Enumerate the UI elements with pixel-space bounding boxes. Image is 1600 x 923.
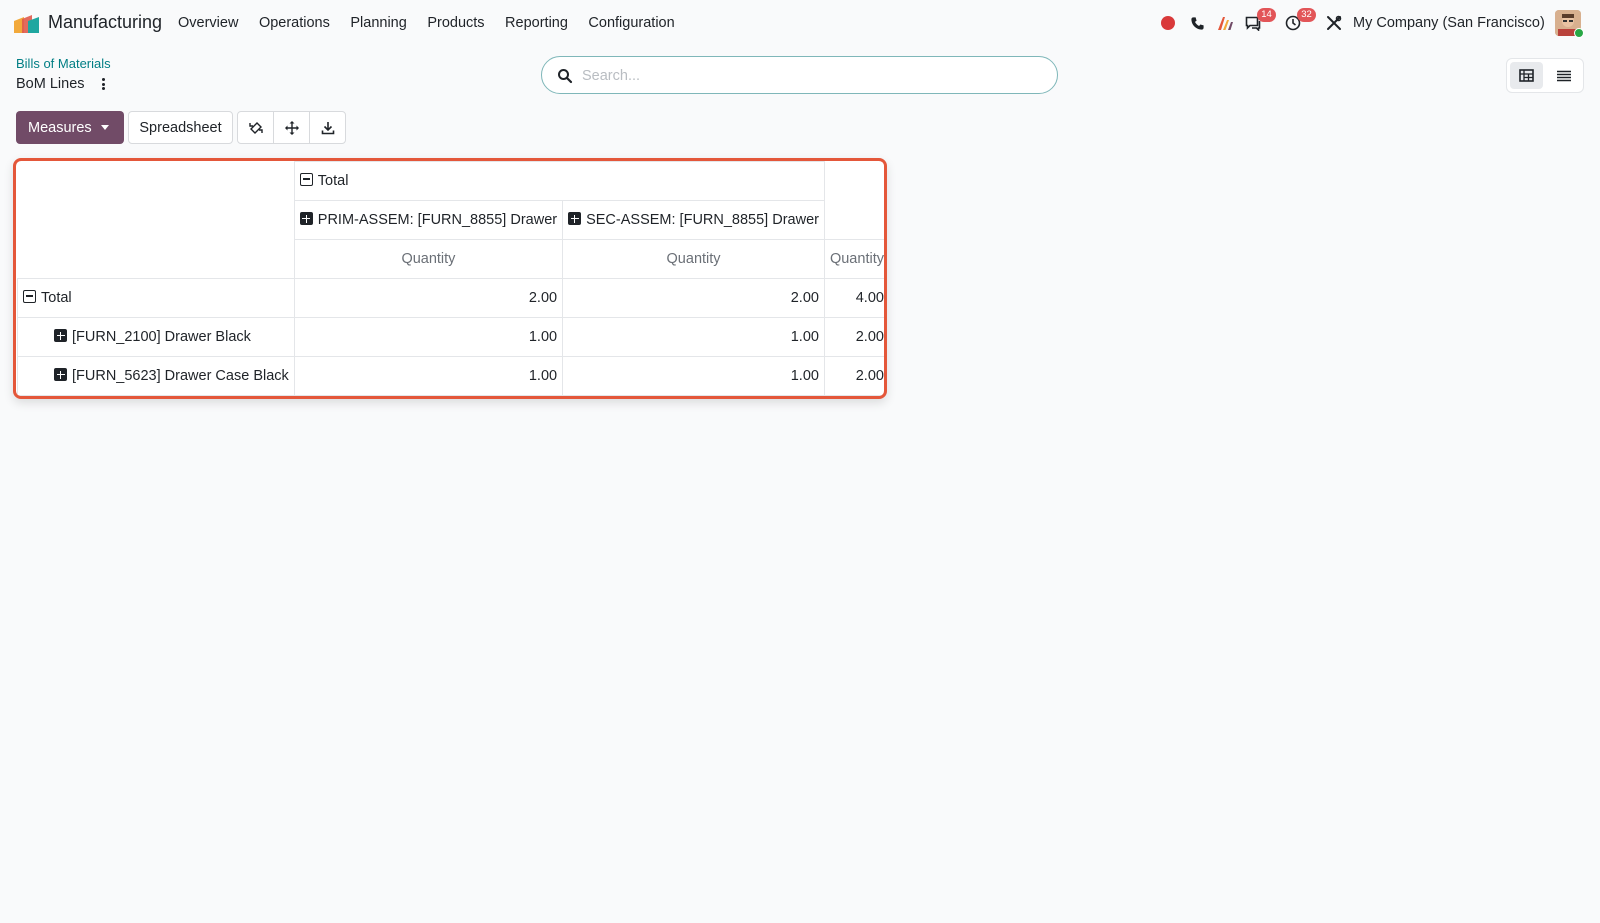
recording-indicator-icon[interactable]	[1160, 0, 1176, 46]
table-row: [FURN_5623] Drawer Case Black 1.00 1.00 …	[17, 356, 884, 396]
download-button[interactable]	[310, 112, 345, 143]
pivot-cell[interactable]: 4.00	[823, 278, 884, 318]
row-header-furn-5623[interactable]: [FURN_5623] Drawer Case Black	[17, 356, 295, 396]
pivot-table: Total PRIM-ASSEM: [FURN_8855] Drawer SEC…	[17, 161, 884, 396]
actions-kebab-icon[interactable]	[99, 76, 107, 92]
menu-planning[interactable]: Planning	[350, 15, 406, 31]
measure-header[interactable]: Quantity	[823, 239, 884, 279]
col-header-sec-assem[interactable]: SEC-ASSEM: [FURN_8855] Drawer	[562, 200, 825, 240]
search-bar	[541, 56, 1058, 94]
list-icon	[1556, 70, 1571, 81]
expand-icon	[54, 368, 67, 381]
activities-clock-icon[interactable]	[1282, 0, 1304, 46]
messages-badge: 14	[1257, 8, 1276, 22]
measures-label: Measures	[28, 119, 92, 136]
pivot-actions-group	[237, 111, 346, 144]
measure-header[interactable]: Quantity	[293, 239, 564, 279]
debug-tools-icon[interactable]	[1323, 0, 1345, 46]
activities-badge: 32	[1297, 8, 1316, 22]
measures-dropdown-button[interactable]: Measures	[16, 111, 124, 144]
phone-icon[interactable]	[1187, 0, 1207, 46]
menu-configuration[interactable]: Configuration	[588, 15, 674, 31]
menu-reporting[interactable]: Reporting	[505, 15, 568, 31]
ai-assistant-icon[interactable]	[1214, 0, 1236, 46]
breadcrumb-bills-of-materials[interactable]: Bills of Materials	[16, 56, 111, 71]
menu-products[interactable]: Products	[427, 15, 484, 31]
company-switcher[interactable]: My Company (San Francisco)	[1353, 15, 1545, 31]
main-menu: Overview Operations Planning Products Re…	[178, 15, 695, 31]
row-header-total[interactable]: Total	[17, 278, 295, 318]
search-icon	[558, 69, 573, 84]
menu-operations[interactable]: Operations	[259, 15, 330, 31]
top-navbar: Manufacturing Overview Operations Planni…	[0, 0, 1600, 46]
table-row: Total 2.00 2.00 4.00	[17, 278, 884, 318]
download-icon	[321, 121, 334, 134]
measure-header[interactable]: Quantity	[562, 239, 825, 279]
list-view-button[interactable]	[1547, 62, 1580, 89]
flip-axis-icon	[248, 121, 263, 134]
app-name[interactable]: Manufacturing	[48, 12, 162, 33]
pivot-cell[interactable]: 1.00	[293, 317, 564, 357]
messages-icon[interactable]	[1242, 0, 1264, 46]
expand-icon	[299, 212, 313, 225]
manufacturing-app-icon[interactable]	[12, 13, 40, 33]
expand-all-button[interactable]	[274, 112, 310, 143]
search-input[interactable]	[582, 65, 1042, 87]
pivot-cell[interactable]: 2.00	[823, 317, 884, 357]
collapse-icon	[299, 173, 313, 186]
pivot-cell[interactable]: 2.00	[562, 278, 825, 318]
pivot-cell[interactable]: 2.00	[293, 278, 564, 318]
pivot-cell[interactable]: 2.00	[823, 356, 884, 396]
view-switcher	[1506, 58, 1584, 93]
collapse-icon	[23, 290, 36, 303]
table-row: [FURN_2100] Drawer Black 1.00 1.00 2.00	[17, 317, 884, 357]
page-title: BoM Lines	[16, 76, 85, 92]
pivot-table-container: Total PRIM-ASSEM: [FURN_8855] Drawer SEC…	[13, 158, 887, 399]
user-online-status	[1574, 28, 1584, 38]
expand-icon	[54, 329, 67, 342]
pivot-corner-cell	[17, 161, 295, 279]
pivot-cell[interactable]: 1.00	[562, 317, 825, 357]
pivot-view-button[interactable]	[1510, 62, 1543, 89]
pivot-cell[interactable]: 1.00	[293, 356, 564, 396]
flip-axis-button[interactable]	[238, 112, 274, 143]
expand-icon	[568, 212, 582, 225]
col-header-total[interactable]: Total	[293, 161, 825, 201]
col-header-prim-assem[interactable]: PRIM-ASSEM: [FURN_8855] Drawer	[293, 200, 564, 240]
spreadsheet-button[interactable]: Spreadsheet	[128, 111, 233, 144]
pivot-table-icon	[1519, 69, 1534, 82]
menu-overview[interactable]: Overview	[178, 15, 238, 31]
col-header-total-spacer	[823, 161, 884, 240]
row-header-furn-2100[interactable]: [FURN_2100] Drawer Black	[17, 317, 295, 357]
pivot-cell[interactable]: 1.00	[562, 356, 825, 396]
caret-down-icon	[101, 125, 109, 130]
expand-arrows-icon	[284, 120, 299, 135]
